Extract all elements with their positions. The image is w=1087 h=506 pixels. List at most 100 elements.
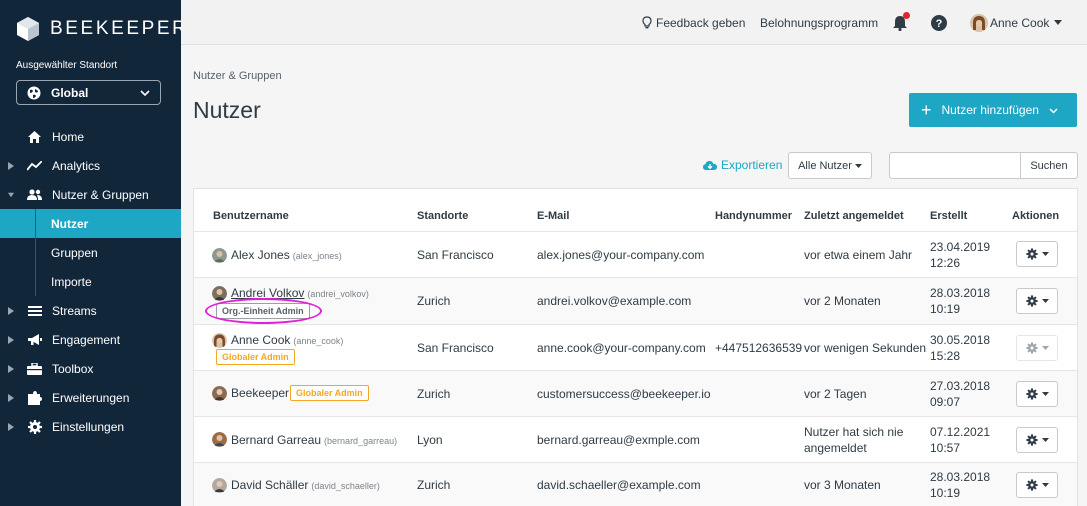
globe-icon <box>27 86 41 99</box>
user-name-link[interactable]: David Schäller <box>231 478 308 492</box>
sidebar-item-home[interactable]: Home <box>0 122 181 151</box>
user-name-link[interactable]: Bernard Garreau <box>231 433 321 447</box>
chevron-down-icon <box>140 89 150 96</box>
user-menu[interactable]: Anne Cook <box>970 0 1063 45</box>
streams-icon <box>27 304 42 318</box>
location-cell: Lyon <box>417 433 443 447</box>
puzzle-icon <box>27 390 42 405</box>
caret-down-icon <box>1041 483 1049 487</box>
caret-right-icon <box>8 393 14 402</box>
user-name-link[interactable]: Alex Jones <box>231 248 290 262</box>
notifications-button[interactable] <box>892 0 910 45</box>
user-name-link[interactable]: Beekeeper <box>231 386 289 400</box>
row-actions-button[interactable] <box>1016 381 1058 407</box>
column-header-created[interactable]: Erstellt <box>930 210 967 222</box>
sidebar-item-label: Home <box>52 129 85 144</box>
row-actions-button[interactable] <box>1016 472 1058 498</box>
megaphone-icon <box>27 333 42 347</box>
feedback-link[interactable]: Feedback geben <box>642 0 745 45</box>
location-select[interactable]: Global <box>16 80 161 105</box>
user-handle: (anne_cook) <box>293 336 344 346</box>
column-header-last-login[interactable]: Zuletzt angemeldet <box>804 210 904 222</box>
column-header-email[interactable]: E-Mail <box>537 210 569 222</box>
role-badge: Globaler Admin <box>290 385 369 401</box>
sidebar-item-einstellungen[interactable]: Einstellungen <box>0 412 181 441</box>
created-time: 12:26 <box>930 256 961 270</box>
last-login-cell: vor 2 Tagen <box>804 387 867 401</box>
last-login-cell: vor wenigen Sekunden <box>804 341 927 355</box>
sidebar-item-analytics[interactable]: Analytics <box>0 151 181 180</box>
sidebar-subitem-importe[interactable]: Importe <box>0 267 181 296</box>
user-name-link[interactable]: Anne Cook <box>231 333 290 347</box>
row-actions-button[interactable] <box>1016 241 1058 267</box>
gear-icon <box>1025 479 1038 491</box>
sidebar-subitem-nutzer[interactable]: Nutzer <box>0 209 181 238</box>
caret-right-icon <box>8 306 14 315</box>
sidebar-item-streams[interactable]: Streams <box>0 296 181 325</box>
export-link[interactable]: Exportieren <box>703 152 782 178</box>
caret-down-icon <box>1041 392 1049 396</box>
search-button[interactable]: Suchen <box>1020 152 1078 179</box>
users-groups-submenu: Nutzer Gruppen Importe <box>0 209 181 296</box>
analytics-icon <box>27 159 42 173</box>
username-cell: Bernard Garreau (bernard_garreau) <box>231 433 397 447</box>
help-button[interactable]: ? <box>931 0 947 45</box>
row-actions-button[interactable] <box>1016 335 1058 361</box>
sidebar-item-users-groups[interactable]: Nutzer & Gruppen <box>0 180 181 209</box>
created-time: 15:28 <box>930 349 961 363</box>
sidebar-subitem-gruppen[interactable]: Gruppen <box>0 238 181 267</box>
svg-text:?: ? <box>936 18 943 30</box>
table-row[interactable]: David Schäller (david_schaeller) Zurich d… <box>194 462 1077 506</box>
table-row[interactable]: Bernard Garreau (bernard_garreau) Lyon be… <box>194 416 1077 462</box>
email-cell: anne.cook@your-company.com <box>537 341 706 355</box>
add-user-button[interactable]: + Nutzer hinzufügen <box>909 93 1077 127</box>
column-header-locations[interactable]: Standorte <box>417 210 468 222</box>
table-row[interactable]: Beekeeper Globaler Admin Zurich customer… <box>194 370 1077 416</box>
column-header-phone[interactable]: Handynummer <box>715 210 792 222</box>
username-cell: David Schäller (david_schaeller) <box>231 478 380 492</box>
avatar <box>970 13 988 32</box>
toolbox-icon <box>27 362 42 376</box>
last-login-cell: vor 3 Monaten <box>804 478 881 492</box>
caret-down-icon <box>1041 299 1049 303</box>
search-input[interactable] <box>889 152 1021 179</box>
created-date: 28.03.2018 <box>930 470 991 484</box>
role-badge: Globaler Admin <box>216 349 295 365</box>
sidebar-item-toolbox[interactable]: Toolbox <box>0 354 181 383</box>
cloud-download-icon <box>703 160 717 170</box>
table-row[interactable]: Andrei Volkov (andrei_volkov) Org.-Einhei… <box>194 277 1077 324</box>
table-row[interactable]: Anne Cook (anne_cook) Globaler Admin San … <box>194 324 1077 370</box>
email-cell: customersuccess@beekeeper.io <box>537 387 711 401</box>
rewards-link[interactable]: Belohnungsprogramm <box>760 0 878 45</box>
sidebar-item-label: Streams <box>52 303 97 318</box>
user-filter-dropdown[interactable]: Alle Nutzer <box>788 152 872 179</box>
created-time: 09:07 <box>930 395 961 409</box>
logo-text: BEEKEEPER <box>50 18 189 39</box>
location-cell: Zurich <box>417 294 451 308</box>
sidebar-item-label: Einstellungen <box>52 419 125 434</box>
user-handle: (alex_jones) <box>292 251 342 261</box>
sidebar-item-label: Toolbox <box>52 361 94 376</box>
sidebar-item-engagement[interactable]: Engagement <box>0 325 181 354</box>
created-time: 10:57 <box>930 441 961 455</box>
logo[interactable]: BEEKEEPER <box>16 16 189 42</box>
row-actions-button[interactable] <box>1016 288 1058 314</box>
caret-down-icon <box>854 163 862 168</box>
row-actions-button[interactable] <box>1016 427 1058 453</box>
username-cell: Beekeeper <box>231 386 289 400</box>
email-cell: alex.jones@your-company.com <box>537 248 705 262</box>
column-header-username[interactable]: Benutzername <box>213 210 289 222</box>
caret-down-icon <box>1041 346 1049 350</box>
table-row[interactable]: Alex Jones (alex_jones) San Francisco ale… <box>194 231 1077 277</box>
breadcrumb[interactable]: Nutzer & Gruppen <box>193 70 282 82</box>
caret-down-icon <box>1041 252 1049 256</box>
created-date: 27.03.2018 <box>930 379 991 393</box>
caret-right-icon <box>8 335 14 344</box>
sidebar-item-erweiterungen[interactable]: Erweiterungen <box>0 383 181 412</box>
location-cell: San Francisco <box>417 248 494 262</box>
avatar <box>212 478 227 493</box>
username-cell: Anne Cook (anne_cook) <box>231 333 343 347</box>
location-cell: Zurich <box>417 387 451 401</box>
avatar <box>212 333 227 348</box>
user-handle: (bernard_garreau) <box>324 436 398 446</box>
